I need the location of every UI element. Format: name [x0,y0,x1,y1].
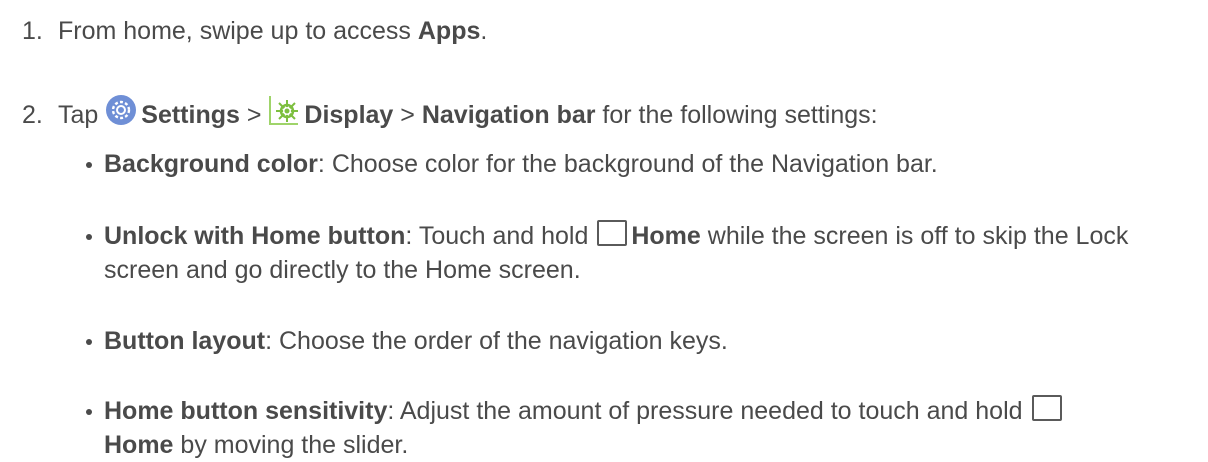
bullet-text: : Touch and hold [405,222,596,250]
apps-label: Apps [417,17,481,45]
step-text: for the following settings: [595,101,878,129]
settings-gear-icon [105,94,137,133]
bullet-title: Background color [104,150,318,178]
step-text: Tap [58,101,106,129]
step-number: 1. [22,17,43,45]
navigation-bar-label: Navigation bar [421,101,596,129]
step-2: 2. Tap Settings > Display > Navigation ba… [22,94,878,133]
settings-label: Settings [141,101,240,129]
breadcrumb-separator: > [393,101,422,129]
bullet-title: Home button sensitivity [104,397,388,425]
step-1: 1. From home, swipe up to access Apps. [22,16,487,46]
bullet-text: by moving the slider. [173,431,409,459]
bullet-title: Button layout [104,327,266,355]
bullet-text: : Choose color for the background of the… [317,150,938,178]
step-punct: . [480,17,488,45]
bullet-title: Unlock with Home button [104,222,406,250]
list-item-button-layout: Button layout: Choose the order of the n… [86,324,1196,358]
step-number: 2. [22,101,43,129]
bullet-icon [86,162,92,168]
step-text: From home, swipe up to access [58,17,418,45]
bullet-text: : Choose the order of the navigation key… [265,327,728,355]
home-label: Home [104,431,174,459]
list-item-home-button-sensitivity: Home button sensitivity: Adjust the amou… [86,394,1196,462]
list-item-background-color: Background color: Choose color for the b… [86,147,1196,181]
bullet-icon [86,234,92,240]
home-label: Home [631,222,701,250]
list-item-unlock-with-home-button: Unlock with Home button: Touch and hold … [86,219,1196,287]
bullet-text: : Adjust the amount of pressure needed t… [387,397,1030,425]
bullet-icon [86,409,92,415]
display-label: Display [304,101,394,129]
display-icon [268,94,300,133]
breadcrumb-separator: > [239,101,269,129]
home-key-icon [1031,395,1062,421]
home-key-icon [597,220,628,246]
bullet-icon [86,339,92,345]
